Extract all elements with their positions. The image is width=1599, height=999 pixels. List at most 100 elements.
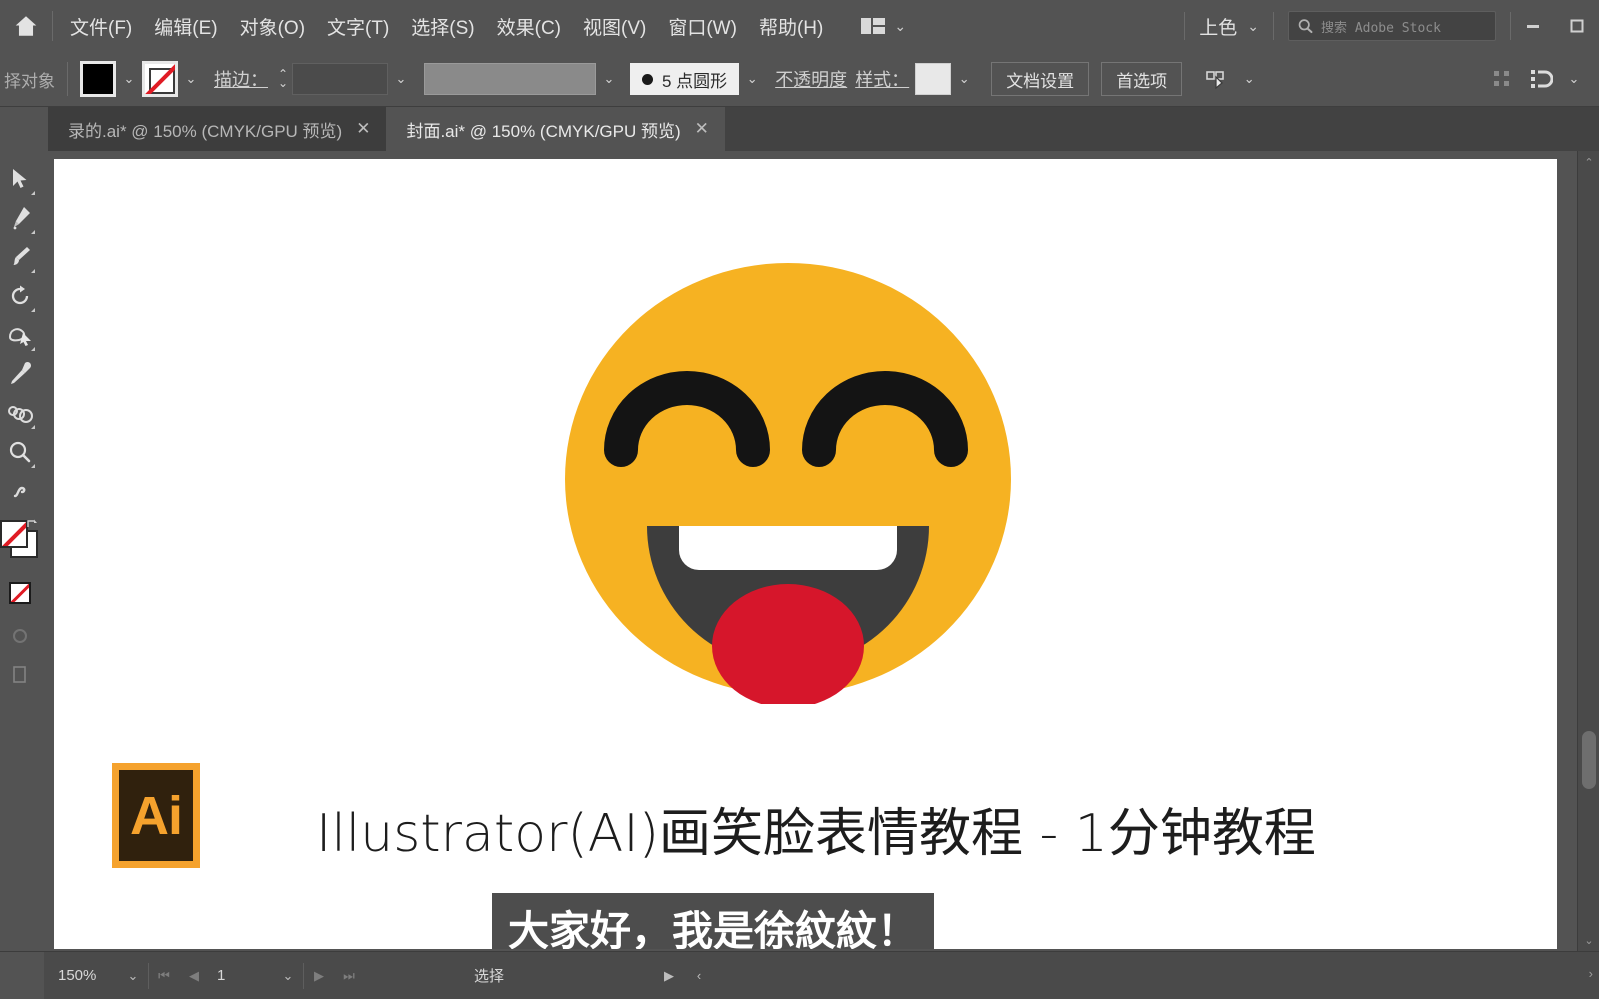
tab-close-icon[interactable]: ✕ <box>695 119 709 139</box>
brush-definition-label: 5 点圆形 <box>662 71 728 91</box>
menu-effect[interactable]: 效果(C) <box>486 7 572 46</box>
document-tab-bar: 录的.ai* @ 150% (CMYK/GPU 预览) ✕ 封面.ai* @ 1… <box>0 107 1599 151</box>
pen-tool[interactable] <box>2 198 38 237</box>
tab-document-2[interactable]: 封面.ai* @ 150% (CMYK/GPU 预览) ✕ <box>386 107 725 151</box>
stroke-profile-input[interactable] <box>424 63 596 95</box>
scroll-down-icon[interactable]: ⌄ <box>1578 931 1599 949</box>
fill-dropdown-chevron-down-icon[interactable]: ⌄ <box>116 62 142 96</box>
next-artboard-button[interactable]: ▶ <box>304 960 334 992</box>
arrange-documents-button[interactable]: ⌄ <box>852 12 914 40</box>
page-title: Illustrator(AI)画笑脸表情教程 - 1分钟教程 <box>316 804 1316 864</box>
warp-icon <box>8 327 31 346</box>
stroke-swatch[interactable] <box>142 61 178 97</box>
menu-type[interactable]: 文字(T) <box>316 7 400 46</box>
selection-tool[interactable] <box>2 159 38 198</box>
style-label[interactable]: 样式： <box>855 66 909 92</box>
minimize-button[interactable] <box>1511 0 1555 52</box>
first-artboard-button[interactable]: ⏮ <box>149 960 179 992</box>
graphic-style-swatch[interactable] <box>915 63 952 95</box>
tool-flyout-indicator <box>31 464 35 468</box>
arrow-cursor-icon <box>13 168 27 188</box>
fill-swatch[interactable] <box>80 61 116 97</box>
stroke-weight-label[interactable]: 描边： <box>214 66 268 92</box>
width-warp-tool[interactable] <box>2 315 38 354</box>
menu-divider-3 <box>1273 12 1274 40</box>
brush-definition-select[interactable]: 5 点圆形 <box>630 63 740 95</box>
distribute-chevron-down-icon[interactable]: ⌄ <box>1561 62 1587 96</box>
adobe-stock-search[interactable]: 搜索 Adobe Stock <box>1288 11 1496 41</box>
menu-view[interactable]: 视图(V) <box>572 7 657 46</box>
scroll-up-icon[interactable]: ⌃ <box>1578 153 1599 171</box>
brush-definition-chevron-down-icon[interactable]: ⌄ <box>739 62 765 96</box>
vertical-scroll-thumb[interactable] <box>1582 731 1596 789</box>
zoom-level-value[interactable]: 150% <box>44 967 118 984</box>
smiley-face-artwork[interactable] <box>561 254 1016 704</box>
align-button[interactable] <box>1483 62 1521 96</box>
vertical-scrollbar[interactable]: ⌃ ⌄ <box>1577 151 1599 951</box>
workspace-switcher[interactable]: 上色 ⌄ <box>1185 13 1273 40</box>
workspace-label: 上色 <box>1199 17 1238 39</box>
artboard[interactable]: Ai Illustrator(AI)画笑脸表情教程 - 1分钟教程 大家好，我是… <box>54 159 1557 949</box>
preferences-button[interactable]: 首选项 <box>1101 62 1183 96</box>
distribute-button[interactable] <box>1521 62 1561 96</box>
drawing-mode-button[interactable] <box>2 616 38 655</box>
canvas-area[interactable]: Ai Illustrator(AI)画笑脸表情教程 - 1分钟教程 大家好，我是… <box>40 151 1599 951</box>
fill-color-swatch[interactable] <box>0 520 28 548</box>
blend-tool[interactable] <box>2 393 38 432</box>
menu-file[interactable]: 文件(F) <box>59 7 143 46</box>
illustrator-window: 文件(F) 编辑(E) 对象(O) 文字(T) 选择(S) 效果(C) 视图(V… <box>0 0 1599 999</box>
artboard-number-input[interactable]: 1 <box>209 967 273 984</box>
stroke-profile-chevron-down-icon[interactable]: ⌄ <box>596 62 622 96</box>
home-button[interactable] <box>0 0 52 52</box>
maximize-icon <box>1570 19 1584 33</box>
artboard-chevron-down-icon[interactable]: ⌄ <box>273 960 303 992</box>
distribute-icon <box>1531 70 1553 88</box>
menu-edit[interactable]: 编辑(E) <box>143 7 228 46</box>
swap-fill-stroke-icon[interactable] <box>26 518 40 532</box>
last-artboard-button[interactable]: ⏭ <box>334 960 364 992</box>
style-chevron-down-icon[interactable]: ⌄ <box>951 62 977 96</box>
rotate-tool[interactable] <box>2 276 38 315</box>
select-similar-objects-icon <box>1206 71 1224 90</box>
tab-label: 录的.ai* @ 150% (CMYK/GPU 预览) <box>68 121 343 141</box>
horizontal-scrollbar[interactable]: › <box>718 962 1599 989</box>
pen-icon <box>13 206 30 229</box>
select-similar-chevron-down-icon[interactable]: ⌄ <box>1236 62 1262 96</box>
stroke-weight-stepper[interactable]: ⌃ ⌄ <box>274 62 292 96</box>
scroll-right-icon[interactable]: › <box>1589 966 1593 981</box>
none-swatch-button[interactable] <box>9 582 31 604</box>
status-play-icon[interactable]: ▶ <box>654 960 684 992</box>
zoom-chevron-down-icon[interactable]: ⌄ <box>118 960 148 992</box>
screen-mode-button[interactable] <box>2 655 38 694</box>
document-setup-button[interactable]: 文档设置 <box>991 62 1090 96</box>
tab-document-1[interactable]: 录的.ai* @ 150% (CMYK/GPU 预览) ✕ <box>48 107 387 151</box>
menu-divider <box>52 11 53 41</box>
tongue-shape <box>712 584 864 704</box>
brush-dot-icon <box>642 73 653 85</box>
menu-object[interactable]: 对象(O) <box>229 7 316 46</box>
shaper-tool[interactable] <box>2 471 38 510</box>
menu-window[interactable]: 窗口(W) <box>657 7 748 46</box>
adobe-illustrator-logo[interactable]: Ai <box>112 763 200 868</box>
tool-flyout-indicator <box>31 191 35 195</box>
menu-help[interactable]: 帮助(H) <box>748 7 834 46</box>
status-left-pad <box>0 952 44 999</box>
stroke-weight-chevron-down-icon[interactable]: ⌄ <box>388 62 414 96</box>
paintbrush-tool[interactable] <box>2 237 38 276</box>
eyedropper-icon <box>11 361 32 384</box>
maximize-button[interactable] <box>1555 0 1599 52</box>
opacity-label[interactable]: 不透明度 <box>775 66 847 92</box>
tab-close-icon[interactable]: ✕ <box>356 119 370 139</box>
status-bar: 150% ⌄ ⏮ ◀ 1 ⌄ ▶ ⏭ 选择 ▶ ‹ › <box>0 951 1599 999</box>
zoom-tool[interactable] <box>2 432 38 471</box>
control-divider-1 <box>67 62 68 96</box>
fill-stroke-control[interactable] <box>0 518 40 568</box>
select-similar-objects-button[interactable] <box>1200 62 1236 96</box>
previous-artboard-button[interactable]: ◀ <box>179 960 209 992</box>
tool-flyout-indicator <box>31 308 35 312</box>
menu-select[interactable]: 选择(S) <box>400 7 485 46</box>
stroke-dropdown-chevron-down-icon[interactable]: ⌄ <box>178 62 204 96</box>
status-collapse-icon[interactable]: ‹ <box>684 960 714 992</box>
eyedropper-tool[interactable] <box>2 354 38 393</box>
stroke-weight-input[interactable] <box>292 63 388 95</box>
